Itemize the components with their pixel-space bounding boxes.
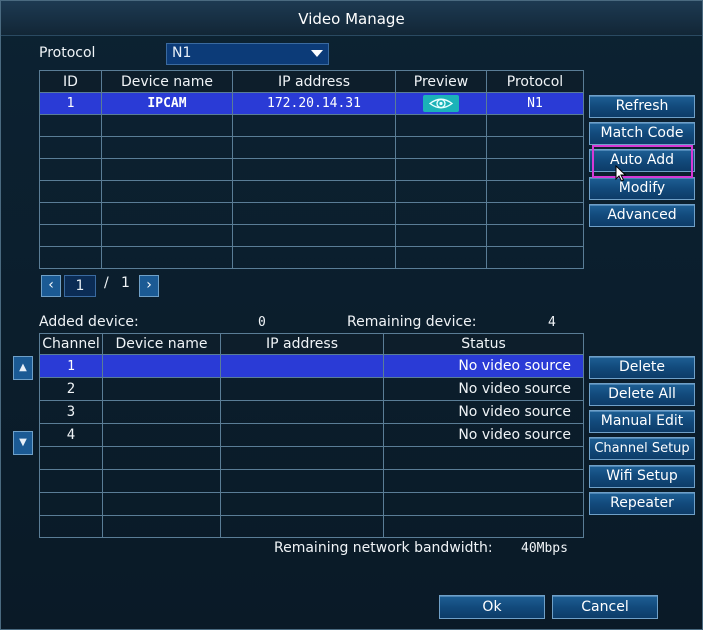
cell-preview[interactable] [395,92,487,115]
cell-channel: 3 [39,400,103,424]
table-row[interactable] [39,202,584,225]
header-ip-address: IP address [220,333,384,355]
device-table-header: ID Device name IP address Preview Protoc… [39,70,584,93]
cell-channel: 1 [39,354,103,378]
page-current-input[interactable]: 1 [64,275,96,297]
table-row[interactable] [39,158,584,181]
cell-device-name: IPCAM [101,92,233,115]
cell-protocol: N1 [486,92,584,115]
protocol-select[interactable]: N1 [166,43,329,65]
protocol-select-value: N1 [172,45,192,61]
channel-table-header: Channel Device name IP address Status [39,333,584,355]
auto-add-highlight [592,145,693,178]
advanced-button[interactable]: Advanced [589,204,695,227]
header-ip-address: IP address [232,70,396,93]
table-row[interactable] [39,469,584,493]
cell-device-name [102,377,221,401]
header-device-name: Device name [101,70,233,93]
delete-all-button[interactable]: Delete All [589,383,695,406]
table-row[interactable] [39,515,584,538]
table-row[interactable] [39,224,584,247]
cell-id: 1 [39,92,102,115]
bandwidth-value: 40Mbps [521,541,568,556]
cell-device-name [102,400,221,424]
table-row[interactable] [39,180,584,203]
cell-channel: 2 [39,377,103,401]
video-manage-window: Video Manage Protocol N1 ID Device name … [0,0,703,630]
cell-status: No video source [383,400,584,424]
added-device-value: 0 [258,315,266,330]
table-row[interactable]: 1 IPCAM 172.20.14.31 N1 [39,92,584,115]
header-device-name: Device name [102,333,221,355]
channel-setup-button[interactable]: Channel Setup [589,437,695,460]
table-row[interactable]: 3 No video source [39,400,584,424]
cell-ip-address: 172.20.14.31 [232,92,396,115]
table-row[interactable]: 4 No video source [39,423,584,447]
page-total: 1 [121,275,130,291]
bandwidth-label: Remaining network bandwidth: [274,540,493,556]
table-row[interactable]: 2 No video source [39,377,584,401]
cell-ip-address [220,377,384,401]
added-device-label: Added device: [39,314,139,330]
modify-button[interactable]: Modify [589,177,695,200]
chevron-down-icon [311,50,323,57]
header-protocol: Protocol [486,70,584,93]
header-preview: Preview [395,70,487,93]
device-table: ID Device name IP address Preview Protoc… [39,70,584,269]
cell-ip-address [220,400,384,424]
ok-button[interactable]: Ok [439,595,545,619]
header-status: Status [383,333,584,355]
remaining-device-value: 4 [548,315,556,330]
wifi-setup-button[interactable]: Wifi Setup [589,465,695,488]
cell-ip-address [220,423,384,447]
table-row[interactable] [39,136,584,159]
cell-ip-address [220,354,384,378]
page-separator: / [104,275,109,291]
mouse-cursor-icon [615,165,627,182]
manual-edit-button[interactable]: Manual Edit [589,410,695,433]
table-row[interactable] [39,114,584,137]
header-id: ID [39,70,102,93]
channel-table: Channel Device name IP address Status 1 … [39,333,584,538]
cell-status: No video source [383,354,584,378]
protocol-label: Protocol [39,45,96,61]
header-channel: Channel [39,333,103,355]
cell-channel: 4 [39,423,103,447]
cell-device-name [102,423,221,447]
cell-status: No video source [383,377,584,401]
arrow-up-icon[interactable]: ▲ [13,356,33,380]
window-title: Video Manage [1,1,702,36]
chevron-right-icon[interactable]: › [139,275,159,297]
delete-button[interactable]: Delete [589,356,695,379]
repeater-button[interactable]: Repeater [589,492,695,515]
table-row[interactable]: 1 No video source [39,354,584,378]
remaining-device-label: Remaining device: [347,314,477,330]
match-code-button[interactable]: Match Code [589,122,695,145]
cell-device-name [102,354,221,378]
cancel-button[interactable]: Cancel [552,595,658,619]
table-row[interactable] [39,246,584,269]
refresh-button[interactable]: Refresh [589,95,695,118]
table-row[interactable] [39,446,584,470]
arrow-down-icon[interactable]: ▼ [13,431,33,455]
table-row[interactable] [39,492,584,516]
chevron-left-icon[interactable]: ‹ [41,275,61,297]
cell-status: No video source [383,423,584,447]
eye-icon[interactable] [423,95,459,112]
